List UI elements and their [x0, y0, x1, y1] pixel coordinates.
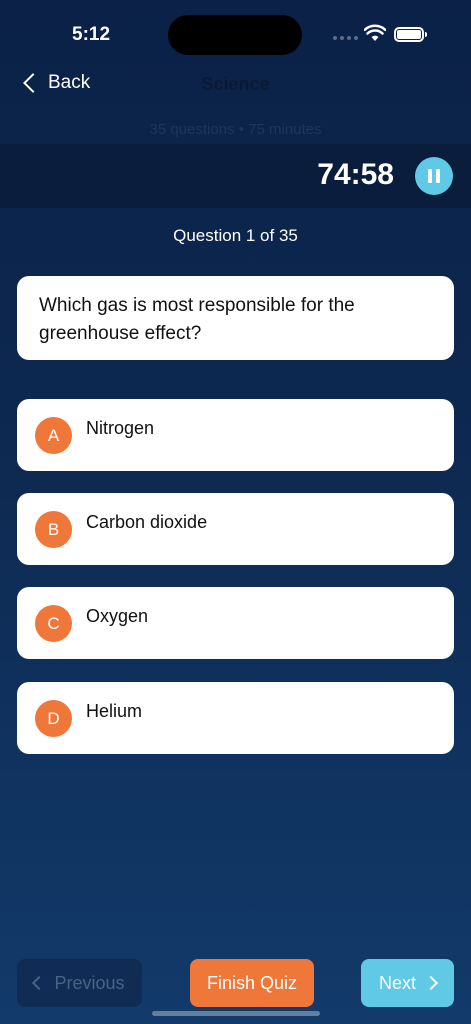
option-text: Helium	[86, 701, 143, 721]
option-text: Oxygen	[86, 606, 149, 626]
next-button[interactable]: Next	[361, 959, 454, 1007]
navigation-bar: Back Science	[0, 62, 471, 106]
next-button-label: Next	[378, 972, 416, 993]
wifi-icon	[364, 24, 386, 41]
status-bar: 5:12	[0, 0, 471, 60]
page-title: Science	[201, 74, 270, 94]
previous-button[interactable]: Previous	[17, 959, 142, 1007]
question-card: Which gas is most responsible for the gr…	[17, 276, 454, 360]
pause-button[interactable]	[415, 157, 453, 195]
answer-option-d[interactable]: D Helium	[17, 682, 454, 754]
question-text: Which gas is most responsible for the gr…	[39, 295, 355, 344]
previous-button-label: Previous	[54, 972, 125, 993]
cellular-signal-icon	[333, 36, 358, 40]
chevron-right-icon	[423, 975, 439, 991]
option-letter-badge: D	[35, 700, 72, 737]
question-progress: Question 1 of 35	[173, 226, 298, 245]
dynamic-island	[168, 15, 302, 55]
timer-bar: 74:58	[0, 144, 471, 208]
chevron-left-icon	[32, 975, 47, 991]
finish-quiz-button[interactable]: Finish Quiz	[190, 959, 314, 1007]
status-time: 5:12	[72, 24, 111, 45]
countdown-timer: 74:58	[317, 158, 394, 191]
option-letter-badge: A	[35, 417, 72, 454]
option-letter-badge: C	[35, 605, 72, 642]
option-text: Carbon dioxide	[86, 512, 208, 532]
answer-option-a[interactable]: A Nitrogen	[17, 399, 454, 471]
pause-icon-bar	[436, 169, 440, 183]
answer-option-c[interactable]: C Oxygen	[17, 587, 454, 659]
finish-quiz-button-label: Finish Quiz	[206, 972, 298, 993]
answer-option-b[interactable]: B Carbon dioxide	[17, 493, 454, 565]
home-indicator[interactable]	[152, 1011, 320, 1016]
option-letter-badge: B	[35, 511, 72, 548]
pause-icon	[428, 169, 432, 183]
battery-icon	[394, 27, 427, 42]
option-text: Nitrogen	[86, 418, 155, 438]
quiz-subtitle: 35 questions • 75 minutes	[149, 121, 322, 138]
